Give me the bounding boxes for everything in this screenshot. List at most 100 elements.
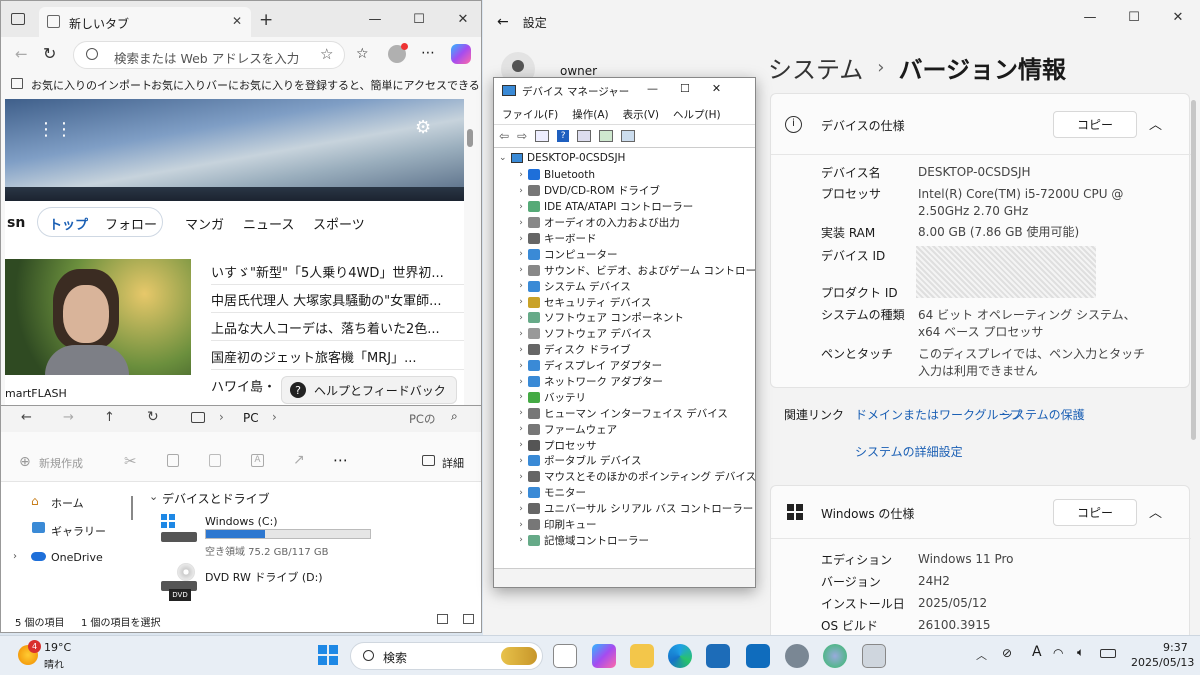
nav-manga[interactable]: マンガ [185,214,224,233]
device-category[interactable]: › ポータブル デバイス [514,453,755,469]
forward-arrow-icon[interactable]: → [63,410,74,425]
expand-chevron-icon[interactable]: › [514,488,528,498]
copilot-icon[interactable] [592,644,616,668]
fav-import[interactable]: お気に入りのインポート [31,77,152,93]
tab-actions-icon[interactable] [11,13,25,25]
properties-icon[interactable] [535,130,550,142]
headline-2[interactable]: 中居氏代理人 大塚家具騒動の"女軍師... [211,287,464,313]
maximize-icon[interactable]: ☐ [1112,6,1156,28]
device-category[interactable]: › システム デバイス [514,278,755,294]
expand-chevron-icon[interactable]: › [514,170,528,180]
expand-chevron-icon[interactable]: › [514,234,528,244]
tiles-view-icon[interactable] [463,614,474,624]
refresh-icon[interactable]: ↻ [43,44,56,63]
section-chevron-icon[interactable]: ⌄ [149,490,158,503]
back-arrow-icon[interactable]: ← [497,14,509,30]
expand-chevron-icon[interactable]: › [514,408,528,418]
expand-chevron-icon[interactable]: › [514,281,528,291]
breadcrumb-system[interactable]: システム [768,50,863,85]
nav-top[interactable]: トップ [49,214,88,233]
device-category[interactable]: › ファームウェア [514,421,755,437]
photos-icon[interactable] [823,644,847,668]
device-category[interactable]: › オーディオの入力および出力 [514,215,755,231]
device-category[interactable]: › プロセッサ [514,437,755,453]
forward-arrow-icon[interactable]: ⇨ [517,129,527,143]
start-windows-icon[interactable] [318,645,338,665]
device-manager-task-icon[interactable] [862,644,886,668]
search-box[interactable]: PCの [409,411,435,427]
weather-temp[interactable]: 19°C [44,641,71,654]
minimize-icon[interactable]: — [1068,6,1112,28]
file-explorer-icon[interactable] [630,644,654,668]
device-category[interactable]: › サウンド、ビデオ、およびゲーム コントローラー [514,262,755,278]
profile-avatar[interactable] [388,43,408,63]
device-category[interactable]: › ディスク ドライブ [514,342,755,358]
apps-grid-icon[interactable]: ⋮⋮ [37,119,73,140]
copy-button-windows[interactable]: コピー [1053,499,1137,526]
nav-sports[interactable]: スポーツ [313,214,365,233]
wifi-icon[interactable]: ◠ [1053,646,1063,660]
share-icon[interactable]: ↗ [293,452,305,468]
refresh-icon[interactable]: ↻ [147,409,159,425]
minimize-icon[interactable]: — [647,82,658,95]
expand-chevron-icon[interactable]: › [514,345,528,355]
scrollbar[interactable] [1191,100,1196,440]
expand-chevron-icon[interactable]: › [514,424,528,434]
collapse-chevron-icon[interactable]: ⌄ [499,153,511,163]
chevron-up-icon[interactable]: ︿ [1149,502,1162,521]
expand-chevron-icon[interactable]: › [514,313,528,323]
favorites-icon[interactable]: ☆ [356,46,369,62]
device-category[interactable]: › ネットワーク アダプター [514,374,755,390]
back-arrow-icon[interactable]: ← [21,410,32,425]
close-icon[interactable]: ✕ [712,82,721,95]
chevron-up-icon[interactable]: ︿ [1149,114,1162,133]
details-pane-icon[interactable] [422,455,435,466]
device-category[interactable]: › ヒューマン インターフェイス デバイス [514,405,755,421]
sidebar-scrollbar[interactable] [131,496,133,520]
expand-chevron-icon[interactable]: › [514,361,528,371]
device-category[interactable]: › DVD/CD-ROM ドライブ [514,183,755,199]
news-photo[interactable] [5,259,191,375]
device-category[interactable]: › コンピューター [514,246,755,262]
favorite-star-icon[interactable]: ☆ [320,45,333,63]
path-pc[interactable]: PC [243,411,259,425]
outlook-icon[interactable] [746,644,770,668]
expand-chevron-icon[interactable]: › [514,218,528,228]
task-view-icon[interactable] [553,644,577,668]
headline-4[interactable]: 国産初のジェット旅客機「MRJ」... [211,344,464,370]
settings-gear-icon[interactable] [785,644,809,668]
link-system-protection[interactable]: システムの保護 [1001,406,1085,423]
headline-3[interactable]: 上品な大人コーデは、落ち着いた2色... [211,315,464,341]
expand-chevron-icon[interactable]: › [514,535,528,545]
device-category[interactable]: › 記憶域コントローラー [514,532,755,548]
update-driver-icon[interactable] [577,130,592,142]
device-category[interactable]: › モニター [514,485,755,501]
expand-chevron-icon[interactable]: › [13,551,17,562]
volume-icon[interactable]: 🔈︎ [1077,645,1084,660]
expand-chevron-icon[interactable]: › [514,392,528,402]
chevron-up-icon[interactable]: ︿ [976,647,987,663]
store-icon[interactable] [706,644,730,668]
help-icon[interactable]: ? [557,130,570,142]
new-tab-plus-icon[interactable]: + [259,10,273,30]
menu-help[interactable]: ヘルプ(H) [673,107,721,122]
expand-chevron-icon[interactable]: › [514,440,528,450]
link-domain[interactable]: ドメインまたはワークグループ [855,406,1022,423]
device-category[interactable]: › 印刷キュー [514,517,755,533]
expand-chevron-icon[interactable]: › [514,265,528,275]
rename-icon[interactable]: A [251,454,264,467]
expand-chevron-icon[interactable]: › [514,186,528,196]
menu-action[interactable]: 操作(A) [572,107,608,122]
paste-icon[interactable] [209,454,221,467]
address-bar[interactable]: 検索または Web アドレスを入力 ☆ [73,41,345,69]
expand-chevron-icon[interactable]: › [514,329,528,339]
clock-date[interactable]: 2025/05/13 [1131,656,1194,669]
expand-chevron-icon[interactable]: › [514,520,528,530]
sidebar-onedrive[interactable]: OneDrive [51,551,103,564]
expand-chevron-icon[interactable]: › [514,202,528,212]
close-icon[interactable]: ✕ [1156,6,1200,28]
sidebar-gallery[interactable]: ギャラリー [51,523,106,539]
taskbar-search[interactable]: 検索 [350,642,543,670]
maximize-icon[interactable]: ☐ [680,82,690,95]
expand-chevron-icon[interactable]: › [514,297,528,307]
